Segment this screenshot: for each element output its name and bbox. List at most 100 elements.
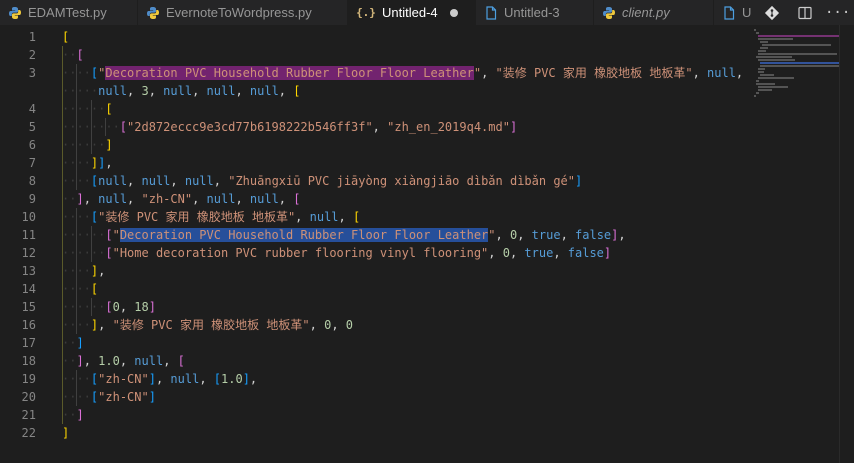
line-number: 16 <box>21 318 36 332</box>
indent-guide <box>62 100 63 118</box>
tab-edamtest-py[interactable]: EDAMTest.py <box>0 0 138 25</box>
minimap-line <box>760 65 844 67</box>
line-number: 21 <box>21 408 36 422</box>
code-token: , <box>692 66 708 80</box>
code-token: "zh_en_2019q4.md" <box>387 120 510 134</box>
more-actions-icon[interactable]: ··· <box>825 3 850 23</box>
minimap-line <box>758 68 765 70</box>
code-text: ····]], <box>62 154 113 172</box>
minimap-line <box>758 50 766 52</box>
selected-text: Decoration PVC Household Rubber Floor Fl… <box>119 228 489 242</box>
git-compare-icon[interactable] <box>762 3 782 23</box>
code-token: , <box>481 66 496 80</box>
whitespace-marker: ······ <box>62 300 106 314</box>
code-token: "zh-CN" <box>141 192 193 206</box>
code-token: , <box>119 354 135 368</box>
indent-guide <box>62 190 63 208</box>
indent-guide <box>90 136 92 154</box>
code-token: , <box>119 300 135 314</box>
code-text: ······["Decoration PVC Household Rubber … <box>62 226 626 244</box>
minimap[interactable] <box>754 29 844 99</box>
code-token: ] <box>148 300 156 314</box>
indent-guide <box>62 82 63 100</box>
file-icon <box>722 5 736 20</box>
indent-guide <box>76 262 78 280</box>
code-token: , <box>192 84 207 98</box>
code-token: 0 <box>345 318 353 332</box>
code-token: , <box>278 84 294 98</box>
whitespace-marker: ····· <box>62 84 99 98</box>
vertical-scrollbar[interactable] <box>839 25 854 463</box>
code-token: null <box>98 192 128 206</box>
line-number: 9 <box>28 192 36 206</box>
code-token: null <box>98 174 128 188</box>
code-editor[interactable]: 1[2··[3····["Decoration PVC Household Ru… <box>0 25 854 463</box>
whitespace-marker: ······ <box>62 102 106 116</box>
split-editor-icon[interactable] <box>795 3 815 23</box>
code-text: ··[ <box>62 46 84 64</box>
code-token: , <box>517 228 532 242</box>
code-token: "装修 PVC 家用 橡胶地板 地板革" <box>495 66 693 80</box>
code-token: , <box>148 84 164 98</box>
line-number: 7 <box>28 156 36 170</box>
code-token: , <box>127 84 142 98</box>
code-token: 1.0 <box>98 354 120 368</box>
indent-guide <box>76 226 78 244</box>
indent-guide <box>76 208 78 226</box>
line-number: 4 <box>28 102 36 116</box>
unsaved-changes-dot-icon[interactable] <box>449 8 458 17</box>
code-token: , <box>309 318 325 332</box>
code-token: [ <box>119 120 128 134</box>
tab-label: Untitled-3 <box>504 5 560 20</box>
tab-client-py[interactable]: client.py <box>594 0 714 25</box>
code-token: ] <box>76 336 84 350</box>
line-number: 1 <box>28 30 36 44</box>
code-text: ······] <box>62 136 113 154</box>
code-text: ····[null, null, null, "Zhuāngxiū PVC ji… <box>62 172 582 190</box>
indent-guide <box>90 244 92 262</box>
line-number: 5 <box>28 120 36 134</box>
minimap-line <box>762 44 832 46</box>
code-token: null <box>134 354 164 368</box>
file-icon <box>484 5 498 20</box>
indent-guide <box>62 154 63 172</box>
indent-guide <box>62 172 63 190</box>
indent-guide <box>62 352 63 370</box>
code-text: ······["Home decoration PVC rubber floor… <box>62 244 611 262</box>
indent-guide <box>76 154 78 172</box>
code-token: ] <box>76 192 84 206</box>
code-token: , <box>509 246 525 260</box>
minimap-line <box>758 35 842 37</box>
code-token: 1.0 <box>221 372 243 386</box>
python-icon <box>146 6 160 20</box>
tab-untitled-4[interactable]: {.} Untitled-4 <box>348 0 476 25</box>
code-text: ····], <box>62 262 105 280</box>
line-number: 19 <box>21 372 36 386</box>
code-token: , <box>155 372 171 386</box>
code-text: ·····null, 3, null, null, null, [ <box>62 82 300 100</box>
code-token: [ <box>293 192 301 206</box>
code-token: null <box>170 372 200 386</box>
whitespace-marker: ·· <box>62 48 77 62</box>
code-text: ··], null, "zh-CN", null, null, [ <box>62 190 300 208</box>
code-token: , <box>235 192 250 206</box>
tab-evernotetowordpress-py[interactable]: EvernoteToWordpress.py <box>138 0 348 25</box>
code-token: , <box>127 174 142 188</box>
indent-guide <box>76 388 78 406</box>
code-text: ····["zh-CN"], null, [1.0], <box>62 370 257 388</box>
code-text: ··], 1.0, null, [ <box>62 352 185 370</box>
indent-guide <box>90 226 92 244</box>
tab-untitled-3[interactable]: Untitled-3 <box>476 0 594 25</box>
line-number: 22 <box>21 426 36 440</box>
code-token: ] <box>242 372 250 386</box>
code-token: , <box>553 246 568 260</box>
indent-guide <box>90 118 92 136</box>
indent-guide <box>62 46 63 64</box>
code-token: [ <box>105 246 113 260</box>
code-token: , <box>192 192 207 206</box>
code-token: ] <box>76 354 84 368</box>
indent-guide <box>62 226 63 244</box>
indent-guide <box>62 298 63 316</box>
code-text: ····["装修 PVC 家用 橡胶地板 地板革", null, [ <box>62 208 360 226</box>
indent-guide <box>76 172 78 190</box>
